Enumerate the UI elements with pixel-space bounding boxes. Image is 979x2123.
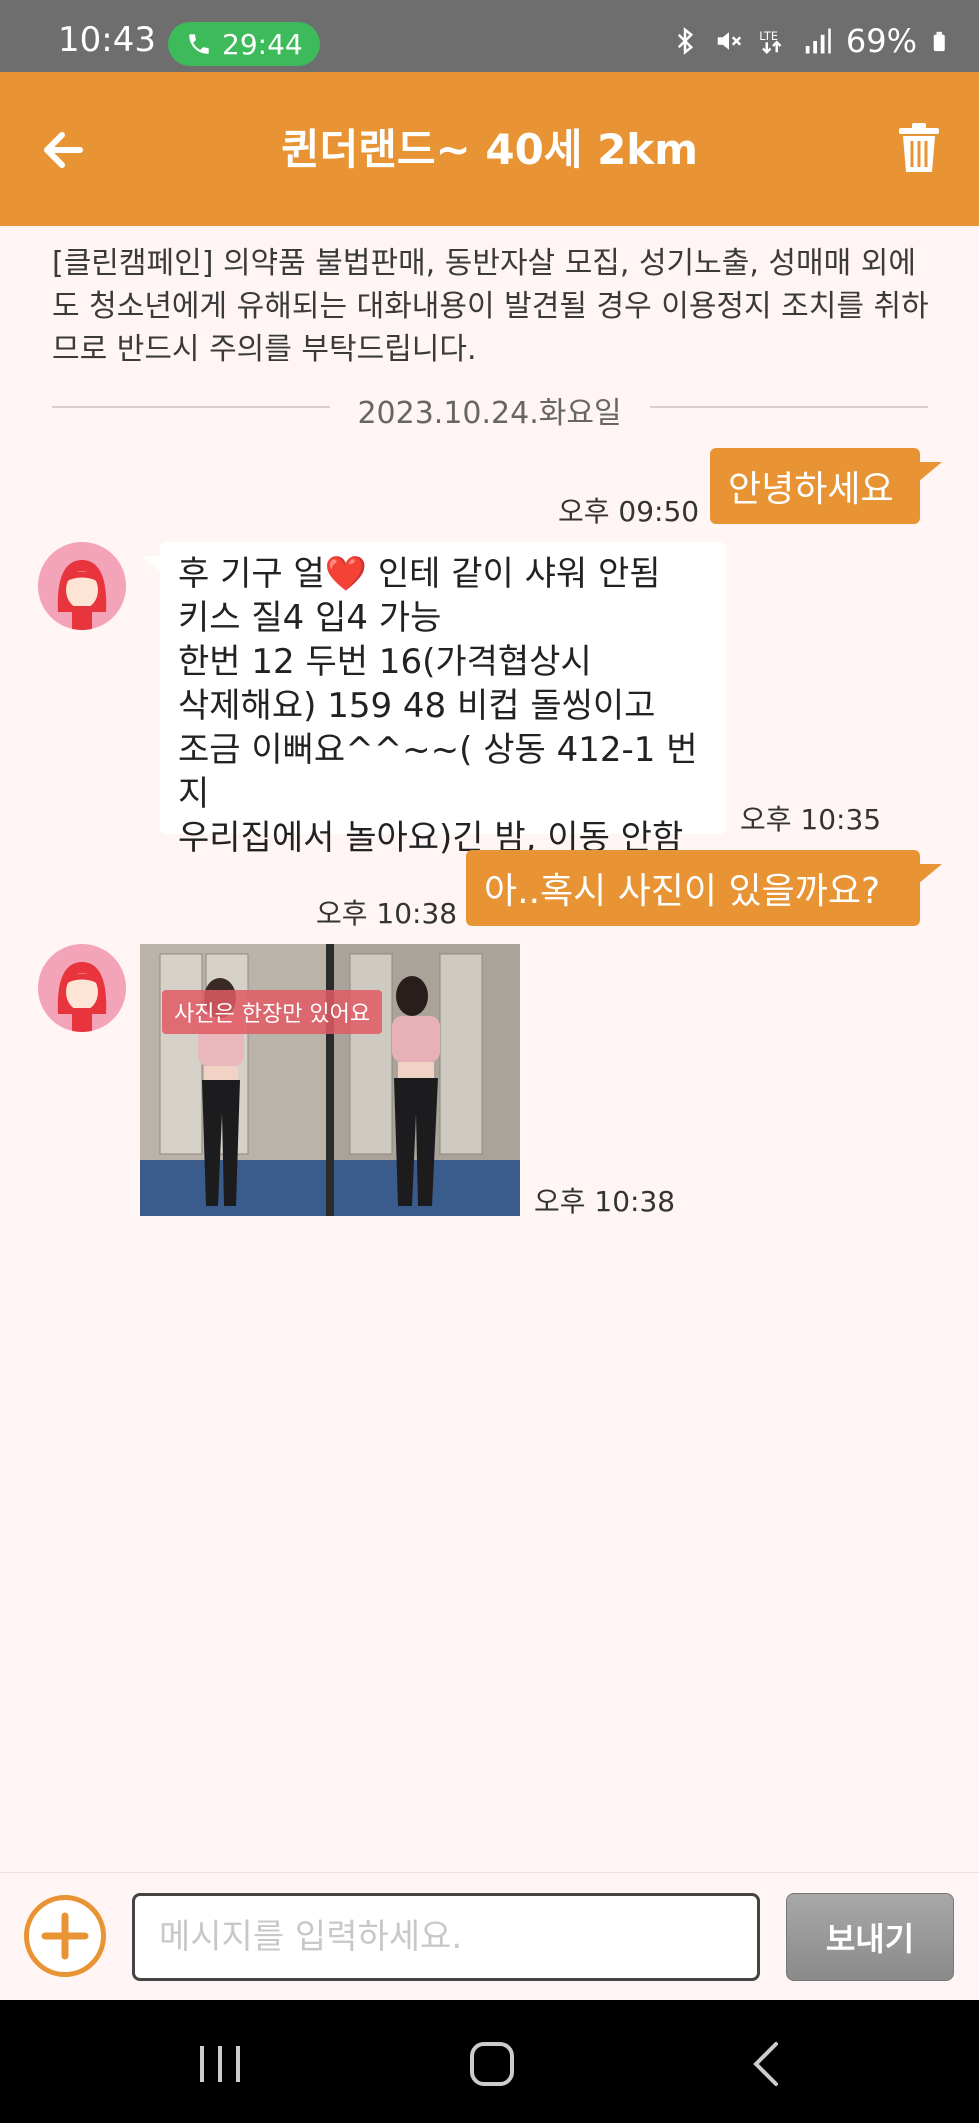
incoming-message-bubble[interactable]: 후 기구 얼❤️ 인테 같이 샤워 안됨 키스 질4 입4 가능 한번 12 두…	[142, 542, 726, 858]
avatar-icon	[38, 944, 126, 1032]
message-text: 아..혹시 사진이 있을까요?	[484, 871, 881, 912]
photo-caption: 사진은 한장만 있어요	[162, 990, 383, 1034]
ongoing-call-pill[interactable]: 29:44	[168, 22, 320, 66]
chevron-left-icon	[753, 2042, 778, 2086]
phone-icon	[189, 34, 209, 54]
plus-circle-icon	[41, 1912, 89, 1960]
message-time: 오후 09:50	[558, 495, 700, 528]
system-nav-bar	[0, 2000, 979, 2123]
clean-campaign-notice: [클린캠페인] 의약품 불법판매, 동반자살 모집, 성기노출, 성매매 외에도…	[52, 246, 929, 367]
recent-apps-icon	[200, 2046, 240, 2082]
message-time: 오후 10:35	[740, 803, 882, 836]
avatar-icon	[38, 542, 126, 630]
call-timer: 29:44	[222, 27, 303, 61]
sender-avatar[interactable]	[38, 542, 126, 630]
home-button[interactable]	[462, 2036, 522, 2092]
message-line: 한번 12 두번 16(가격협상시	[178, 642, 592, 682]
chat-header: 퀸더랜드~ 40세 2km	[0, 72, 979, 226]
message-input-bar: 보내기	[0, 1872, 979, 2000]
shared-photo[interactable]: 사진은 한장만 있어요	[140, 944, 520, 1216]
message-time: 오후 10:38	[316, 897, 458, 930]
message-line: 삭제해요) 159 48 비컵 돌씽이고	[178, 686, 656, 726]
bluetooth-icon	[677, 27, 693, 55]
back-nav-button[interactable]	[738, 2036, 798, 2092]
signal-icon	[805, 28, 831, 54]
trash-icon	[899, 123, 939, 172]
attach-button[interactable]	[24, 1895, 106, 1977]
message-text: 안녕하세요	[728, 469, 894, 510]
message-input[interactable]	[132, 1893, 760, 1981]
photo-content	[140, 944, 520, 1216]
mute-icon	[717, 32, 742, 50]
status-icons: LTE 69%	[670, 22, 953, 60]
status-time: 10:43	[58, 20, 156, 60]
outgoing-message-bubble[interactable]: 아..혹시 사진이 있을까요?	[466, 850, 942, 926]
battery-percent: 69%	[845, 22, 917, 60]
battery-icon	[933, 31, 945, 52]
message-line: 조금 이뻐요^^~~( 상동 412-1 번지	[178, 730, 698, 814]
svg-text:LTE: LTE	[759, 30, 778, 43]
status-bar: 10:43 29:44 LTE 69%	[0, 0, 979, 72]
message-line: 키스 질4 입4 가능	[178, 598, 442, 638]
recent-apps-button[interactable]	[190, 2036, 250, 2092]
message-line: 후 기구 얼❤️ 인테 같이 샤워 안됨	[178, 554, 661, 594]
home-icon	[470, 2042, 514, 2086]
message-time: 오후 10:38	[534, 1185, 676, 1218]
send-button[interactable]: 보내기	[786, 1893, 954, 1981]
date-divider-line-right	[650, 406, 928, 408]
sender-avatar[interactable]	[38, 944, 126, 1032]
outgoing-message-bubble[interactable]: 안녕하세요	[710, 448, 942, 524]
delete-chat-button[interactable]	[897, 122, 941, 174]
lte-icon: LTE	[759, 30, 782, 55]
chat-title: 퀸더랜드~ 40세 2km	[280, 125, 698, 174]
date-divider: 2023.10.24.화요일	[357, 396, 622, 431]
